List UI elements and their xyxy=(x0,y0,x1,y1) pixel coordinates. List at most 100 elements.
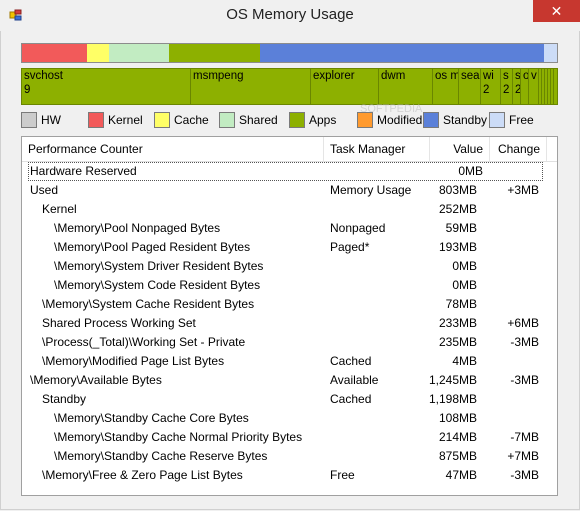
task-manager-label: Cached xyxy=(330,354,372,368)
counter-name: \Memory\Standby Cache Normal Priority By… xyxy=(54,430,303,444)
counter-value: 59MB xyxy=(445,221,477,235)
table-row[interactable]: Hardware Reserved 0MB xyxy=(28,162,543,181)
table-row[interactable]: Standby Cached 1,198MB xyxy=(22,390,557,409)
table-row[interactable]: \Memory\Pool Paged Resident Bytes Paged* 1… xyxy=(22,238,557,257)
table-row[interactable]: \Memory\Free & Zero Page List Bytes Free 4… xyxy=(22,466,557,485)
process-segment-v[interactable]: v xyxy=(528,69,538,104)
counter-value: 0MB xyxy=(458,164,483,178)
counter-change: -3MB xyxy=(510,335,539,349)
counter-change: -3MB xyxy=(510,468,539,482)
task-manager-label: Memory Usage xyxy=(330,183,412,197)
process-segment-o[interactable]: o xyxy=(520,69,528,104)
process-segment-sea[interactable]: sea xyxy=(458,69,480,104)
process-segment-msmpeng[interactable]: msmpeng xyxy=(190,69,310,104)
task-manager-label: Nonpaged xyxy=(330,221,386,235)
counter-value: 803MB xyxy=(438,183,477,197)
legend-label: Cache xyxy=(174,113,209,127)
process-segment-svchost[interactable]: svchost 9 xyxy=(22,69,190,104)
table-row[interactable]: \Memory\Standby Cache Normal Priority By… xyxy=(22,428,557,447)
counter-name: \Memory\Available Bytes xyxy=(30,373,162,387)
counter-name: Used xyxy=(30,183,59,197)
table-row[interactable]: \Memory\Available Bytes Available 1,245MB -… xyxy=(22,371,557,390)
counter-name: \Memory\System Cache Resident Bytes xyxy=(42,297,255,311)
counter-value: 193MB xyxy=(438,240,477,254)
process-name: sea xyxy=(461,70,480,82)
task-manager-label: Free xyxy=(330,468,355,482)
counter-value: 1,198MB xyxy=(428,392,477,406)
watermark: SOFTPEDIA xyxy=(360,103,423,115)
legend-swatch xyxy=(219,112,235,128)
table-row[interactable]: \Memory\System Code Resident Bytes 0MB xyxy=(22,276,557,295)
window-title: OS Memory Usage xyxy=(226,6,354,23)
counter-name: Kernel xyxy=(42,202,77,216)
legend-label: Kernel xyxy=(108,113,143,127)
process-segment-s[interactable]: s2 xyxy=(500,69,512,104)
counter-value: 1,245MB xyxy=(428,373,477,387)
table-row[interactable]: \Process(_Total)\Working Set - Private 23… xyxy=(22,333,557,352)
legend-label: Free xyxy=(509,113,534,127)
legend-swatch xyxy=(289,112,305,128)
counter-name: \Memory\Standby Cache Core Bytes xyxy=(54,411,249,425)
legend-swatch xyxy=(154,112,170,128)
process-name: s xyxy=(503,70,509,82)
process-segment-wi[interactable]: wi 2 xyxy=(480,69,500,104)
legend-label: Shared xyxy=(239,113,278,127)
process-segment-explorer[interactable]: explorer xyxy=(310,69,378,104)
column-header-performance-counter[interactable]: Performance Counter xyxy=(22,137,324,161)
process-segment-small[interactable] xyxy=(553,69,556,104)
counter-name: \Memory\Modified Page List Bytes xyxy=(42,354,225,368)
counter-name: \Memory\Standby Cache Reserve Bytes xyxy=(54,449,268,463)
process-count: 2 xyxy=(513,83,520,97)
legend-swatch xyxy=(489,112,505,128)
process-name: explorer xyxy=(313,70,355,82)
column-header-value[interactable]: Value xyxy=(430,137,490,161)
counter-value: 47MB xyxy=(445,468,477,482)
table-row[interactable]: \Memory\Pool Nonpaged Bytes Nonpaged 59MB xyxy=(22,219,557,238)
counter-name: \Memory\Free & Zero Page List Bytes xyxy=(42,468,243,482)
counter-value: 4MB xyxy=(452,354,477,368)
legend-item-kernel: Kernel xyxy=(88,111,143,129)
performance-counter-list[interactable]: Performance Counter Task Manager Value C… xyxy=(21,136,558,496)
column-header-change[interactable]: Change xyxy=(490,137,547,161)
counter-value: 252MB xyxy=(438,202,477,216)
counter-change: -3MB xyxy=(510,373,539,387)
table-row[interactable]: \Memory\Standby Cache Reserve Bytes 875MB… xyxy=(22,447,557,466)
counter-value: 235MB xyxy=(438,335,477,349)
table-row[interactable]: \Memory\Standby Cache Core Bytes 108MB xyxy=(22,409,557,428)
counter-name: Hardware Reserved xyxy=(30,164,137,178)
task-manager-label: Paged* xyxy=(330,240,370,254)
memory-segment-free xyxy=(544,44,557,62)
counter-change: -7MB xyxy=(510,430,539,444)
counter-name: \Memory\System Code Resident Bytes xyxy=(54,278,261,292)
memory-segment-apps xyxy=(168,44,260,62)
legend-label: Apps xyxy=(309,113,337,127)
table-row[interactable]: Used Memory Usage 803MB +3MB xyxy=(22,181,557,200)
counter-value: 108MB xyxy=(438,411,477,425)
process-segment-os-me[interactable]: os me xyxy=(432,69,458,104)
table-row[interactable]: \Memory\System Driver Resident Bytes 0MB xyxy=(22,257,557,276)
table-row[interactable]: \Memory\Modified Page List Bytes Cached 4M… xyxy=(22,352,557,371)
table-row[interactable]: Shared Process Working Set 233MB +6MB xyxy=(22,314,557,333)
legend-swatch xyxy=(21,112,37,128)
counter-value: 875MB xyxy=(438,449,477,463)
process-name: sl xyxy=(513,69,520,83)
column-header-task-manager[interactable]: Task Manager xyxy=(324,137,430,161)
counter-name: Standby xyxy=(42,392,87,406)
process-name: o xyxy=(521,69,528,83)
counter-value: 0MB xyxy=(452,278,477,292)
counter-value: 0MB xyxy=(452,259,477,273)
legend-swatch xyxy=(88,112,104,128)
process-segment-sl[interactable]: sl2 xyxy=(512,69,520,104)
table-row[interactable]: Kernel 252MB xyxy=(22,200,557,219)
counter-value: 78MB xyxy=(445,297,477,311)
memory-segment-kernel xyxy=(22,44,88,62)
memory-segment-shared xyxy=(108,44,169,62)
task-manager-label: Cached xyxy=(330,392,372,406)
process-segment-dwm[interactable]: dwm xyxy=(378,69,432,104)
counter-name: Shared Process Working Set xyxy=(42,316,196,330)
table-row[interactable]: \Memory\System Cache Resident Bytes 78MB xyxy=(22,295,557,314)
memory-segment-standby xyxy=(259,44,545,62)
process-name: dwm xyxy=(381,70,406,82)
process-name: svchost xyxy=(24,70,63,82)
close-button[interactable]: ✕ xyxy=(533,0,580,22)
